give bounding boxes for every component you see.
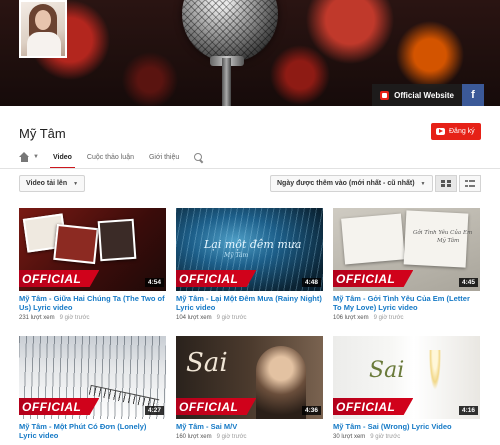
official-badge: OFFICIAL xyxy=(176,398,257,415)
candle-light-decoration xyxy=(429,350,441,390)
official-website-label: Official Website xyxy=(394,90,454,100)
official-badge: OFFICIAL xyxy=(333,398,414,415)
official-badge: OFFICIAL xyxy=(333,270,414,287)
banner-links: Official Website f xyxy=(372,84,484,106)
official-website-link[interactable]: Official Website xyxy=(372,84,462,106)
view-count: 30 lượt xem xyxy=(333,434,366,440)
thumbnail-subcaption: Mỹ Tâm xyxy=(437,238,460,244)
video-duration: 4:36 xyxy=(301,406,321,415)
channel-title[interactable]: Mỹ Tâm xyxy=(19,126,66,141)
singer-figure xyxy=(256,346,306,419)
home-icon[interactable] xyxy=(19,152,30,162)
video-meta: 30 lượt xem 9 giờ trước xyxy=(333,434,480,440)
video-thumbnail[interactable]: Sai OFFICIAL 4:36 xyxy=(176,336,323,419)
uploads-filter-label: Video tải lên xyxy=(26,180,68,187)
view-count: 231 lượt xem xyxy=(19,315,55,321)
video-card[interactable]: Lại một đêm mưa Mỹ Tâm OFFICIAL 4:48 Mỹ … xyxy=(176,208,323,321)
photo-decoration xyxy=(97,218,137,262)
uploads-filter-dropdown[interactable]: Video tải lên ▼ xyxy=(19,175,86,192)
upload-time: 9 giờ trước xyxy=(59,315,90,321)
video-thumbnail[interactable]: Gởi Tình Yêu Của Em Mỹ Tâm OFFICIAL 4:45 xyxy=(333,208,480,291)
letter-decoration xyxy=(341,213,405,265)
video-duration: 4:27 xyxy=(144,406,164,415)
avatar-body xyxy=(27,32,61,56)
video-duration: 4:16 xyxy=(458,406,478,415)
video-title[interactable]: Mỹ Tâm - Sai (Wrong) Lyric Video xyxy=(333,422,480,431)
view-count: 160 lượt xem xyxy=(176,434,212,440)
facebook-link[interactable]: f xyxy=(462,84,484,106)
video-meta: 106 lượt xem 9 giờ trước xyxy=(333,315,480,321)
thumbnail-subcaption: Mỹ Tâm xyxy=(224,252,249,259)
chevron-down-icon: ▼ xyxy=(73,180,79,187)
search-icon[interactable] xyxy=(194,152,203,162)
tab-discussion[interactable]: Cuộc thảo luận xyxy=(87,147,134,167)
upload-time: 9 giờ trước xyxy=(216,434,247,440)
channel-tabs: ▼ Video Cuộc thảo luận Giới thiệu xyxy=(19,147,203,169)
list-view-button[interactable] xyxy=(459,175,481,192)
video-title[interactable]: Mỹ Tâm - Sai M/V xyxy=(176,422,323,431)
video-meta: 160 lượt xem 9 giờ trước xyxy=(176,434,323,440)
photo-decoration xyxy=(53,223,99,265)
video-thumbnail[interactable]: OFFICIAL 4:54 xyxy=(19,208,166,291)
chevron-down-icon: ▼ xyxy=(420,180,426,187)
thumbnail-caption: Lại một đêm mưa xyxy=(204,238,302,251)
microphone-image xyxy=(182,0,278,62)
video-duration: 4:45 xyxy=(458,278,478,287)
thumbnail-caption: Sai xyxy=(186,348,228,378)
thumbnail-caption: Gởi Tình Yêu Của Em xyxy=(413,230,473,236)
video-card[interactable]: OFFICIAL 4:27 Mỹ Tâm - Một Phút Có Đơn (… xyxy=(19,336,166,440)
video-thumbnail[interactable]: Sai OFFICIAL 4:16 xyxy=(333,336,480,419)
grid-view-button[interactable] xyxy=(435,175,457,192)
video-card[interactable]: Sai OFFICIAL 4:36 Mỹ Tâm - Sai M/V 160 l… xyxy=(176,336,323,440)
video-thumbnail[interactable]: OFFICIAL 4:27 xyxy=(19,336,166,419)
upload-time: 9 giờ trước xyxy=(216,315,247,321)
list-icon xyxy=(465,180,475,187)
video-title[interactable]: Mỹ Tâm - Giữa Hai Chúng Ta (The Two of U… xyxy=(19,294,166,312)
video-card[interactable]: Gởi Tình Yêu Của Em Mỹ Tâm OFFICIAL 4:45… xyxy=(333,208,480,321)
facebook-icon: f xyxy=(471,89,475,101)
chevron-down-icon[interactable]: ▼ xyxy=(33,154,39,160)
official-badge: OFFICIAL xyxy=(19,270,100,287)
microphone-stand xyxy=(222,58,231,106)
tab-about[interactable]: Giới thiệu xyxy=(149,147,179,167)
video-duration: 4:48 xyxy=(301,278,321,287)
sort-dropdown[interactable]: Ngày được thêm vào (mới nhất - cũ nhất) … xyxy=(270,175,433,192)
view-count: 104 lượt xem xyxy=(176,315,212,321)
grid-icon xyxy=(441,180,451,187)
video-card[interactable]: Sai OFFICIAL 4:16 Mỹ Tâm - Sai (Wrong) L… xyxy=(333,336,480,440)
view-count: 106 lượt xem xyxy=(333,315,369,321)
sort-label: Ngày được thêm vào (mới nhất - cũ nhất) xyxy=(277,180,415,187)
thumbnail-caption: Sai xyxy=(369,358,405,383)
channel-page: Official Website f Mỹ Tâm Đăng ký ▼ Vide… xyxy=(0,0,500,445)
video-title[interactable]: Mỹ Tâm - Một Phút Có Đơn (Lonely) Lyric … xyxy=(19,422,166,440)
avatar-face xyxy=(35,10,51,30)
upload-time: 9 giờ trước xyxy=(373,315,404,321)
video-title[interactable]: Mỹ Tâm - Lại Một Đêm Mưa (Rainy Night) L… xyxy=(176,294,323,312)
video-thumbnail[interactable]: Lại một đêm mưa Mỹ Tâm OFFICIAL 4:48 xyxy=(176,208,323,291)
video-duration: 4:54 xyxy=(144,278,164,287)
channel-banner: Official Website f xyxy=(0,0,500,106)
website-icon xyxy=(380,90,390,100)
video-meta: 104 lượt xem 9 giờ trước xyxy=(176,315,323,321)
upload-time: 9 giờ trước xyxy=(370,434,401,440)
subscribe-button[interactable]: Đăng ký xyxy=(431,123,481,140)
video-card[interactable]: OFFICIAL 4:54 Mỹ Tâm - Giữa Hai Chúng Ta… xyxy=(19,208,166,321)
official-badge: OFFICIAL xyxy=(176,270,257,287)
video-title[interactable]: Mỹ Tâm - Gởi Tình Yêu Của Em (Letter To … xyxy=(333,294,480,312)
video-meta: 231 lượt xem 9 giờ trước xyxy=(19,315,166,321)
subscribe-label: Đăng ký xyxy=(449,128,475,135)
youtube-icon xyxy=(436,128,445,135)
channel-avatar[interactable] xyxy=(19,0,67,58)
official-badge: OFFICIAL xyxy=(19,398,100,415)
tab-videos[interactable]: Video xyxy=(49,147,75,169)
